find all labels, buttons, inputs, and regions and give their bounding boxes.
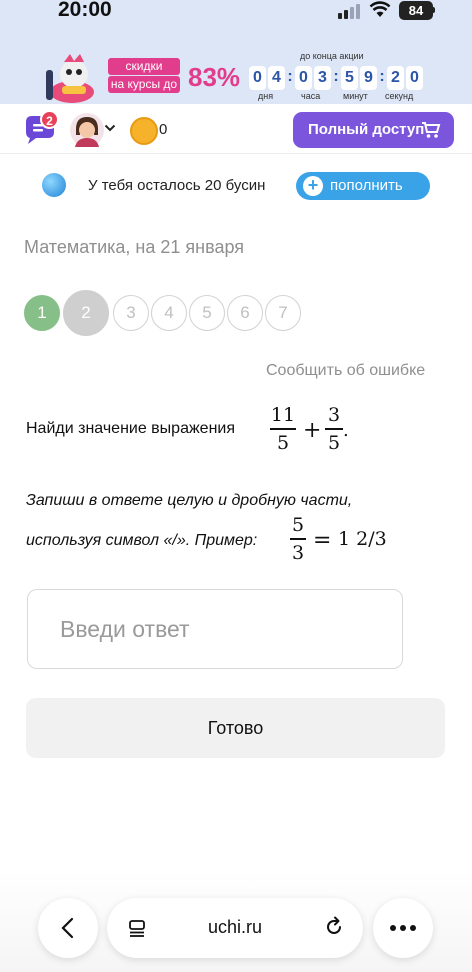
wifi-icon (369, 1, 391, 17)
timer-digit: 2 (387, 66, 404, 90)
progress-step[interactable]: 6 (227, 295, 263, 331)
chat-notification-badge: 2 (40, 110, 59, 129)
promo-label-discount: скидки (108, 58, 180, 75)
promo-banner[interactable]: скидки на курсы до 83% до конца акции 0 … (0, 26, 472, 104)
lesson-title: Математика, на 21 января (24, 237, 245, 257)
task-prompt: Найди значение выражения (26, 420, 236, 437)
more-dots-icon (390, 925, 416, 931)
timer-unit-seconds: секунд (385, 91, 414, 101)
progress-step[interactable]: 3 (113, 295, 149, 331)
status-time: 20:00 (58, 0, 112, 21)
promo-until-label: до конца акции (300, 51, 364, 61)
plus-icon: + (303, 176, 323, 196)
timer-digit: 3 (314, 66, 331, 90)
app-header: 2 0 Полный доступ (0, 104, 472, 154)
example-fraction: 5 3 (290, 514, 306, 564)
address-bar[interactable]: uchi.ru (107, 898, 363, 958)
beads-remaining-text: У тебя осталось 20 бусин (88, 177, 266, 194)
fraction-denominator: 5 (276, 431, 290, 454)
cart-icon (422, 122, 441, 138)
fraction-numerator: 11 (270, 404, 296, 426)
equals-sign: = (313, 528, 332, 553)
battery-tip (433, 7, 435, 13)
submit-button[interactable]: Готово (26, 698, 445, 758)
plus-operator: + (303, 418, 322, 443)
timer-unit-minutes: минут (343, 91, 368, 101)
hint-line-1: Запиши в ответе целую и дробную части, (26, 492, 353, 509)
timer-unit-days: дня (258, 91, 274, 101)
expression-period: . (343, 420, 349, 441)
hint-line-2: используя символ «/». Пример: (26, 532, 258, 549)
progress-step[interactable]: 7 (265, 295, 301, 331)
chevron-left-icon (61, 917, 74, 939)
timer-digit: 0 (406, 66, 423, 90)
timer-colon: : (287, 68, 293, 85)
promo-percent: 83% (188, 62, 241, 92)
progress-step[interactable]: 5 (189, 295, 225, 331)
fraction-second: 3 5 (325, 404, 343, 454)
timer-digit: 0 (295, 66, 312, 90)
progress-step[interactable]: 1 (24, 295, 60, 331)
answer-input[interactable] (27, 589, 403, 669)
timer-colon: : (333, 68, 339, 85)
timer-digit: 5 (341, 66, 358, 90)
refill-label: пополнить (330, 177, 403, 194)
status-bar: 20:00 84 (0, 0, 472, 26)
example-result: 1 2/3 (338, 528, 387, 550)
full-access-button[interactable]: Полный доступ (293, 112, 454, 148)
timer-digit: 9 (360, 66, 377, 90)
fraction-numerator: 5 (291, 514, 305, 536)
timer-colon: : (379, 68, 385, 85)
timer-unit-hours: часа (301, 91, 321, 101)
refill-button[interactable]: + пополнить (296, 172, 430, 200)
battery-icon: 84 (399, 1, 433, 20)
back-button[interactable] (38, 898, 98, 958)
fraction-denominator: 5 (327, 431, 341, 454)
timer-digit: 0 (249, 66, 266, 90)
report-error-link[interactable]: Сообщить об ошибке (266, 362, 425, 380)
fraction-denominator: 3 (291, 541, 305, 564)
chevron-down-icon[interactable] (104, 123, 116, 133)
reload-icon[interactable] (323, 916, 345, 938)
coin-count: 0 (159, 121, 168, 138)
cellular-signal-icon (338, 3, 362, 19)
coin-icon (130, 117, 158, 145)
full-access-label: Полный доступ (308, 121, 425, 138)
fraction-numerator: 3 (327, 404, 341, 426)
bead-icon (42, 173, 66, 197)
dino-mascot-icon (46, 54, 94, 103)
promo-label-courses: на курсы до (108, 76, 180, 93)
timer-digit: 4 (268, 66, 285, 90)
progress-step[interactable]: 4 (151, 295, 187, 331)
fraction-first: 11 5 (270, 404, 296, 454)
more-menu-button[interactable] (373, 898, 433, 958)
avatar[interactable] (70, 113, 104, 147)
progress-step-current[interactable]: 2 (63, 290, 109, 336)
